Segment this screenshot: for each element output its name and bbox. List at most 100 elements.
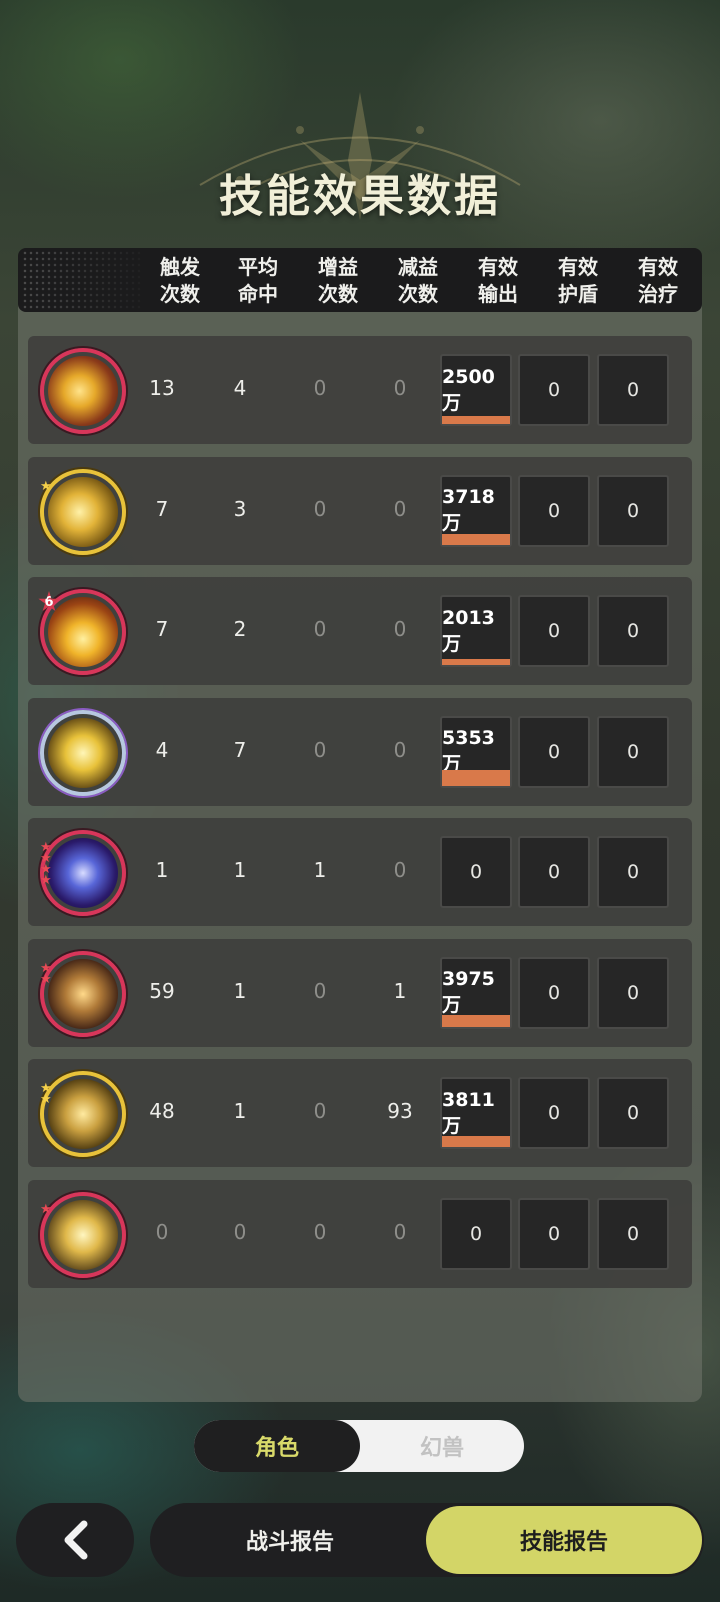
trigger-count: 59 [149,978,175,1003]
effective-shield-value: 0 [547,1102,561,1124]
lightning-burst-skill-icon[interactable] [40,348,126,434]
effective-output-value: 0 [469,1222,483,1245]
toggle-role[interactable]: 角色 [194,1420,360,1472]
col-header-debuff: 减益 次数 [398,255,438,306]
output-share-bar [442,769,510,786]
effective-output: 2500万 [440,354,512,426]
avg-hits: 1 [233,1099,247,1123]
trigger-count: 13 [149,376,175,400]
effective-shield-value: 0 [547,620,561,642]
toggle-beast[interactable]: 幻兽 [360,1420,524,1472]
avg-hits: 7 [233,737,247,762]
col-header-heal: 有效 治疗 [638,255,678,306]
avg-hits: 1 [233,978,247,1003]
header-pattern [22,250,142,310]
role-toggle[interactable]: 角色 幻兽 [194,1420,524,1472]
back-button[interactable] [16,1503,134,1577]
effective-shield: 0 [518,715,590,788]
output-share-bar [442,416,510,424]
effective-shield-value: 0 [547,981,561,1004]
effective-heal-value: 0 [626,379,640,401]
ground-strike-skill-icon[interactable]: 6 [38,589,126,675]
trigger-count: 7 [155,496,169,521]
effective-output-value: 3975万 [442,968,495,1016]
star-rank-icon: ★ ★ ★ ★ [40,840,52,888]
buff-count: 0 [313,737,327,762]
effective-shield: 0 [518,1077,590,1149]
col-header-buff: 增益 次数 [318,255,358,306]
trigger-count: 48 [149,1099,175,1123]
effective-heal-value: 0 [626,740,640,763]
summon-spirit-skill-icon[interactable]: ★ [40,1191,126,1278]
effective-output: 3718万 [440,474,512,547]
skill-artwork [48,597,118,667]
debuff-count: 93 [387,1099,413,1123]
trigger-count: 4 [155,737,169,762]
effective-shield: 0 [518,836,590,908]
thunder-orb-skill-icon[interactable] [40,709,126,796]
effective-output-value: 3811万 [442,1088,495,1137]
effective-heal-value: 0 [626,981,640,1004]
arcane-clock-skill-icon[interactable]: ★ ★ ★ ★ [40,830,126,916]
effective-shield: 0 [518,474,590,547]
table-row: 13 4 0 0 2500万 0 0 [28,336,692,444]
skill-artwork [48,838,118,908]
effective-shield-value: 0 [547,861,561,883]
effective-output: 5353万 [440,715,512,788]
effective-heal-value: 0 [626,1222,640,1245]
output-share-bar [442,1136,510,1147]
effective-shield-value: 0 [547,379,561,401]
buff-count: 0 [313,978,327,1003]
col-header-avg-hits: 平均 命中 [238,255,278,306]
blade-slash-skill-icon[interactable]: ★ ★ [40,950,126,1037]
buff-count: 0 [313,1219,327,1244]
col-header-trigger: 触发 次数 [160,255,200,306]
effective-heal-value: 0 [626,499,640,522]
effective-heal: 0 [597,354,669,426]
effective-heal-value: 0 [626,861,640,883]
trigger-count: 7 [155,617,169,641]
effective-heal: 0 [597,595,669,667]
effective-output: 3811万 [440,1077,512,1149]
buff-count: 0 [313,496,327,521]
skill-artwork [48,1199,118,1270]
effective-heal: 0 [597,715,669,788]
effective-heal-value: 0 [626,620,640,642]
table-header: 触发 次数 平均 命中 增益 次数 减益 次数 有效 输出 有效 护盾 有效 治疗 [18,248,702,312]
buff-count: 1 [313,858,327,882]
debuff-count: 0 [393,496,407,521]
effective-shield: 0 [518,354,590,426]
golden-circle-skill-icon[interactable]: ★ ★ [40,1071,126,1157]
star-rank-icon: ★ ★ [40,1081,52,1107]
effective-shield-value: 0 [547,499,561,522]
table-row: ★ ★ ★ ★ 1 1 1 0 0 0 0 [28,818,692,926]
skill-artwork [48,1079,118,1149]
effective-shield: 0 [518,956,590,1029]
table-row: ★ ★ 59 1 0 1 3975万 0 0 [28,938,692,1047]
avg-hits: 4 [233,376,247,400]
effective-output-value: 2013万 [442,606,495,655]
table-row: 4 7 0 0 5353万 0 0 [28,697,692,806]
effective-shield-value: 0 [547,740,561,763]
effective-heal: 0 [597,836,669,908]
buff-count: 0 [313,617,327,641]
output-share-bar [442,659,510,665]
effective-output: 2013万 [440,595,512,667]
skill-report-tab[interactable]: 技能报告 [426,1506,702,1574]
table-row: ★ 0 0 0 0 0 0 0 [28,1179,692,1288]
effective-output: 3975万 [440,956,512,1029]
table-row: ★ 7 3 0 0 3718万 0 0 [28,456,692,565]
skill-artwork [48,717,118,788]
col-header-output: 有效 输出 [478,255,518,306]
star-rank-icon: ★ ★ [40,960,52,987]
trigger-count: 0 [155,1219,169,1244]
golden-sparks-skill-icon[interactable]: ★ [40,468,126,555]
avg-hits: 2 [233,617,247,641]
debuff-count: 0 [393,1219,407,1244]
skill-artwork [48,958,118,1029]
col-header-shield: 有效 护盾 [558,255,598,306]
effective-output-value: 2500万 [442,365,495,414]
effective-heal: 0 [597,474,669,547]
battle-report-tab[interactable]: 战斗报告 [150,1503,430,1577]
debuff-count: 1 [393,978,407,1003]
